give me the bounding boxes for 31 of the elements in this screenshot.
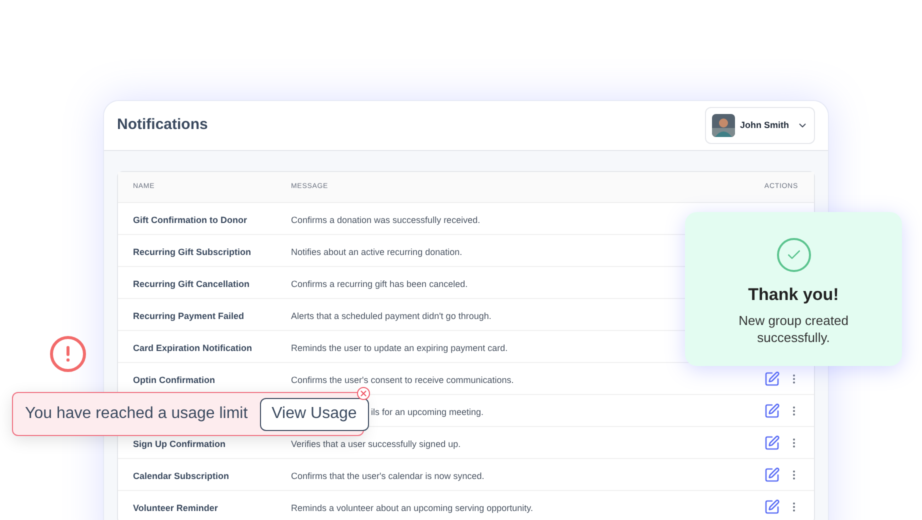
toast-message: New group created successfully. xyxy=(738,312,850,346)
table-cell: Optin Confirmation xyxy=(133,374,215,384)
page-title: Notifications xyxy=(117,115,208,136)
toast-message: You have reached a usage limit xyxy=(25,404,248,424)
table-cell: Alerts that a scheduled payment didn't go through. xyxy=(291,310,492,320)
user-menu[interactable]: John Smith xyxy=(705,107,815,144)
table-cell: Reminds a volunteer about an upcoming serving opportunity. xyxy=(291,502,533,512)
edit-icon[interactable] xyxy=(764,498,780,514)
edit-icon[interactable] xyxy=(764,434,780,450)
table-cell: Card Expiration Notification xyxy=(133,342,252,352)
table-cell: ils for an upcoming meeting. xyxy=(371,406,484,416)
view-usage-button[interactable]: View Usage xyxy=(260,398,369,430)
table-cell: Volunteer Reminder xyxy=(133,502,218,512)
table-cell: Notifies about an active recurring donation. xyxy=(291,246,462,256)
table-cell: Verifies that a user successfully signed up. xyxy=(291,438,461,448)
table-cell: Reminds the user to update an expiring payment card. xyxy=(291,342,508,352)
table-cell: Confirms the user's consent to receive communications. xyxy=(291,374,514,384)
table-cell: Calendar Subscription xyxy=(133,470,230,480)
table-cell: Confirms that the user's calendar is now synced. xyxy=(291,470,484,480)
table-cell: Gift Confirmation to Donor xyxy=(133,214,247,224)
edit-icon[interactable] xyxy=(764,402,780,418)
alert-icon xyxy=(50,336,86,372)
table-cell: Confirms a donation was successfully received. xyxy=(291,214,480,224)
table-cell: Recurring Gift Cancellation xyxy=(133,278,250,288)
edit-icon[interactable] xyxy=(764,370,780,386)
table-cell: Recurring Gift Subscription xyxy=(133,246,252,256)
edit-icon[interactable] xyxy=(764,466,780,482)
table-cell: Sign Up Confirmation xyxy=(133,438,226,448)
table-cell: Recurring Payment Failed xyxy=(133,310,244,320)
table-cell: Confirms a recurring gift has been canceled. xyxy=(291,278,468,288)
toast-title: Thank you! xyxy=(748,284,839,306)
